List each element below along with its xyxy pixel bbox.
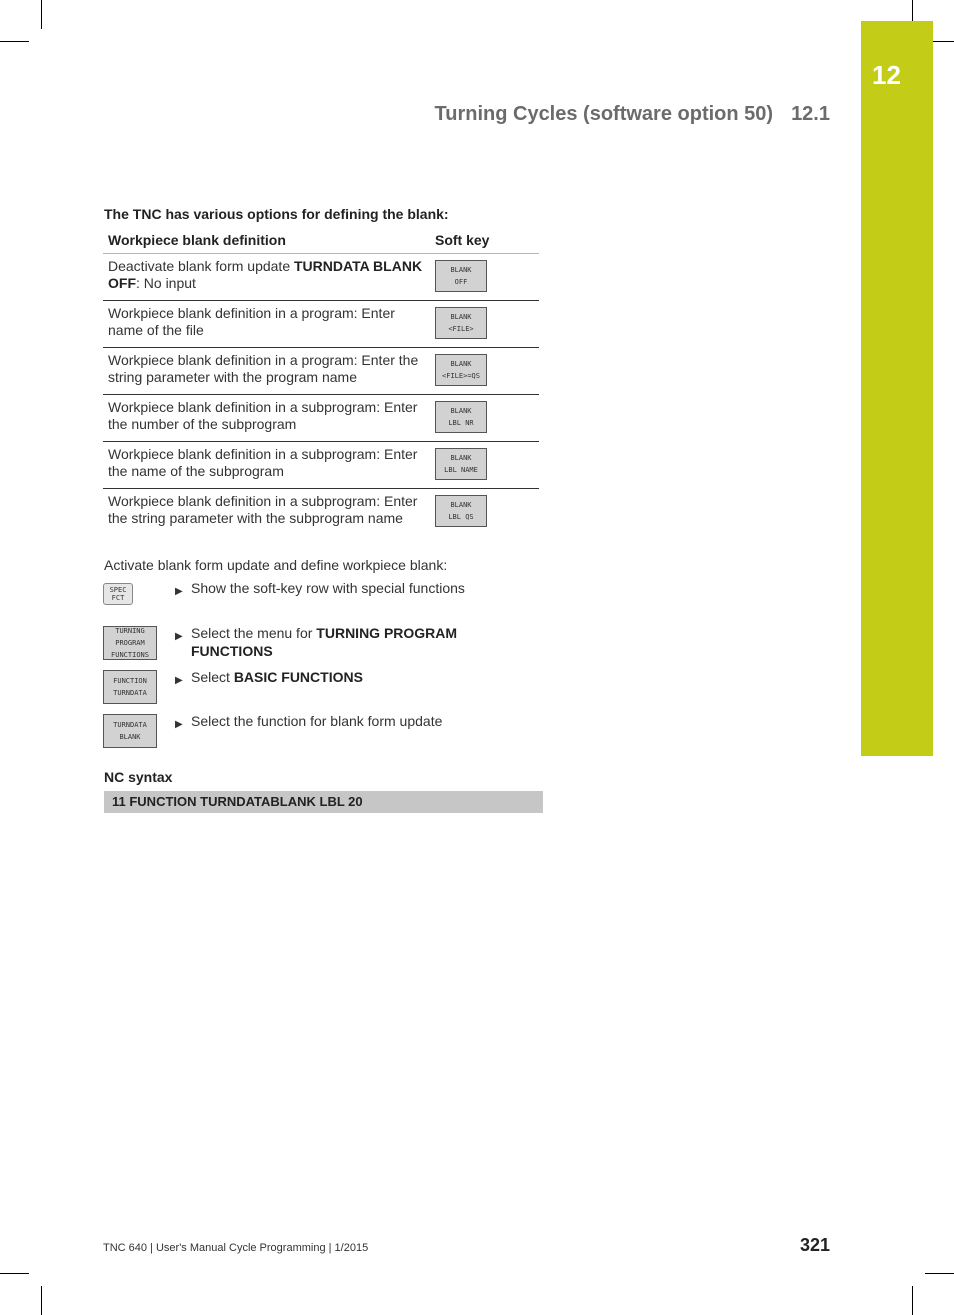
blank-options-table: Workpiece blank definition Soft key Deac…: [103, 228, 539, 535]
table-row: Deactivate blank form update TURNDATA BL…: [103, 253, 539, 301]
softkey-label: FUNCTION: [113, 677, 147, 685]
step-text-keyword: BASIC FUNCTIONS: [233, 669, 363, 685]
softkey-button[interactable]: BLANK <FILE>=QS: [435, 354, 487, 386]
bullet-arrow-icon: ▶: [175, 675, 183, 686]
softkey-label: <FILE>=QS: [442, 372, 480, 380]
row-softkey-cell: BLANK <FILE>=QS: [430, 347, 539, 395]
row-description: Workpiece blank definition in a program:…: [103, 300, 430, 348]
softkey-label: LBL NR: [448, 419, 474, 427]
row-softkey-cell: BLANK OFF: [430, 253, 539, 301]
chapter-number: 12: [872, 60, 901, 90]
step-text: ▶ Select the menu for TURNING PROGRAM FUN…: [175, 624, 491, 660]
crop-mark: [0, 1273, 29, 1274]
crop-mark: [41, 1286, 42, 1315]
step-text: ▶ Select BASIC FUNCTIONS: [175, 668, 491, 686]
intro-heading: The TNC has various options for defining…: [104, 206, 449, 222]
softkey-label: BLANK: [450, 454, 472, 462]
chapter-tab: [861, 21, 933, 756]
crop-mark: [925, 1273, 954, 1274]
step-text-plain: Show the soft-key row with special funct…: [191, 580, 465, 596]
spec-fct-key[interactable]: SPEC FCT: [103, 583, 133, 605]
softkey-label: PROGRAM: [115, 639, 145, 647]
softkey-label: <FILE>: [448, 325, 474, 333]
description-text: Deactivate blank form update: [108, 258, 294, 274]
nc-syntax-code: 11 FUNCTION TURNDATABLANK LBL 20: [104, 791, 543, 813]
row-description: Deactivate blank form update TURNDATA BL…: [103, 253, 430, 301]
softkey-button[interactable]: TURNDATA BLANK: [103, 714, 157, 748]
softkey-button[interactable]: TURNING PROGRAM FUNCTIONS: [103, 626, 157, 660]
page-header: Turning Cycles (software option 50) 12.1: [435, 103, 831, 126]
row-softkey-cell: BLANK <FILE>: [430, 300, 539, 348]
softkey-label: BLANK: [450, 501, 472, 509]
row-softkey-cell: BLANK LBL NAME: [430, 441, 539, 489]
table-row: Workpiece blank definition in a subprogr…: [103, 394, 539, 442]
crop-mark: [41, 0, 42, 29]
row-description: Workpiece blank definition in a subprogr…: [103, 394, 430, 442]
softkey-label: BLANK: [450, 313, 472, 321]
description-text: Workpiece blank definition in a program:…: [108, 352, 419, 385]
crop-mark: [912, 0, 913, 21]
table-row: Workpiece blank definition in a program:…: [103, 347, 539, 395]
description-text: : No input: [136, 275, 196, 291]
footer-text: TNC 640 | User's Manual Cycle Programmin…: [103, 1242, 369, 1254]
header-section: 12.1: [791, 103, 830, 125]
softkey-label: TURNING: [115, 627, 145, 635]
bullet-arrow-icon: ▶: [175, 719, 183, 730]
description-text: Workpiece blank definition in a subprogr…: [108, 399, 418, 432]
bullet-arrow-icon: ▶: [175, 586, 183, 597]
column-header-definition: Workpiece blank definition: [103, 228, 430, 254]
bullet-arrow-icon: ▶: [175, 631, 183, 642]
row-softkey-cell: BLANK LBL QS: [430, 489, 539, 536]
row-description: Workpiece blank definition in a subprogr…: [103, 489, 430, 536]
softkey-button[interactable]: BLANK LBL NR: [435, 401, 487, 433]
crop-mark: [933, 41, 954, 42]
row-description: Workpiece blank definition in a subprogr…: [103, 441, 430, 489]
step-text: ▶ Select the function for blank form upda…: [175, 712, 491, 730]
description-text: Workpiece blank definition in a subprogr…: [108, 493, 418, 526]
softkey-label: TURNDATA: [113, 721, 147, 729]
softkey-label: FUNCTIONS: [111, 651, 149, 659]
row-softkey-cell: BLANK LBL NR: [430, 394, 539, 442]
page-number: 321: [799, 1235, 830, 1255]
crop-mark: [912, 1286, 913, 1315]
nc-syntax-label: NC syntax: [104, 769, 173, 785]
step-text: ▶ Show the soft-key row with special func…: [175, 579, 491, 597]
description-text: Workpiece blank definition in a program:…: [108, 305, 395, 338]
softkey-button[interactable]: BLANK LBL QS: [435, 495, 487, 527]
step-text-plain: Select the menu for: [191, 625, 317, 641]
column-header-softkey: Soft key: [430, 228, 539, 254]
softkey-label: BLANK: [450, 266, 472, 274]
softkey-label: SPEC: [109, 586, 127, 594]
softkey-label: LBL QS: [448, 513, 474, 521]
row-description: Workpiece blank definition in a program:…: [103, 347, 430, 395]
softkey-button[interactable]: BLANK LBL NAME: [435, 448, 487, 480]
activate-instruction: Activate blank form update and define wo…: [104, 557, 448, 573]
table-header-row: Workpiece blank definition Soft key: [103, 228, 539, 254]
softkey-label: BLANK: [450, 407, 472, 415]
step-text-plain: Select: [191, 669, 234, 685]
softkey-label: FCT: [111, 594, 125, 602]
softkey-label: OFF: [454, 278, 468, 286]
softkey-label: BLANK: [119, 733, 141, 741]
softkey-label: BLANK: [450, 360, 472, 368]
header-title: Turning Cycles (software option 50): [434, 103, 774, 125]
description-text: Workpiece blank definition in a subprogr…: [108, 446, 418, 479]
softkey-label: LBL NAME: [444, 466, 478, 474]
softkey-label: TURNDATA: [113, 689, 147, 697]
softkey-button[interactable]: BLANK <FILE>: [435, 307, 487, 339]
step-text-plain: Select the function for blank form updat…: [191, 713, 443, 729]
table-row: Workpiece blank definition in a subprogr…: [103, 441, 539, 489]
table-row: Workpiece blank definition in a program:…: [103, 300, 539, 348]
table-row: Workpiece blank definition in a subprogr…: [103, 489, 539, 536]
softkey-button[interactable]: FUNCTION TURNDATA: [103, 670, 157, 704]
crop-mark: [0, 41, 29, 42]
softkey-button[interactable]: BLANK OFF: [435, 260, 487, 292]
